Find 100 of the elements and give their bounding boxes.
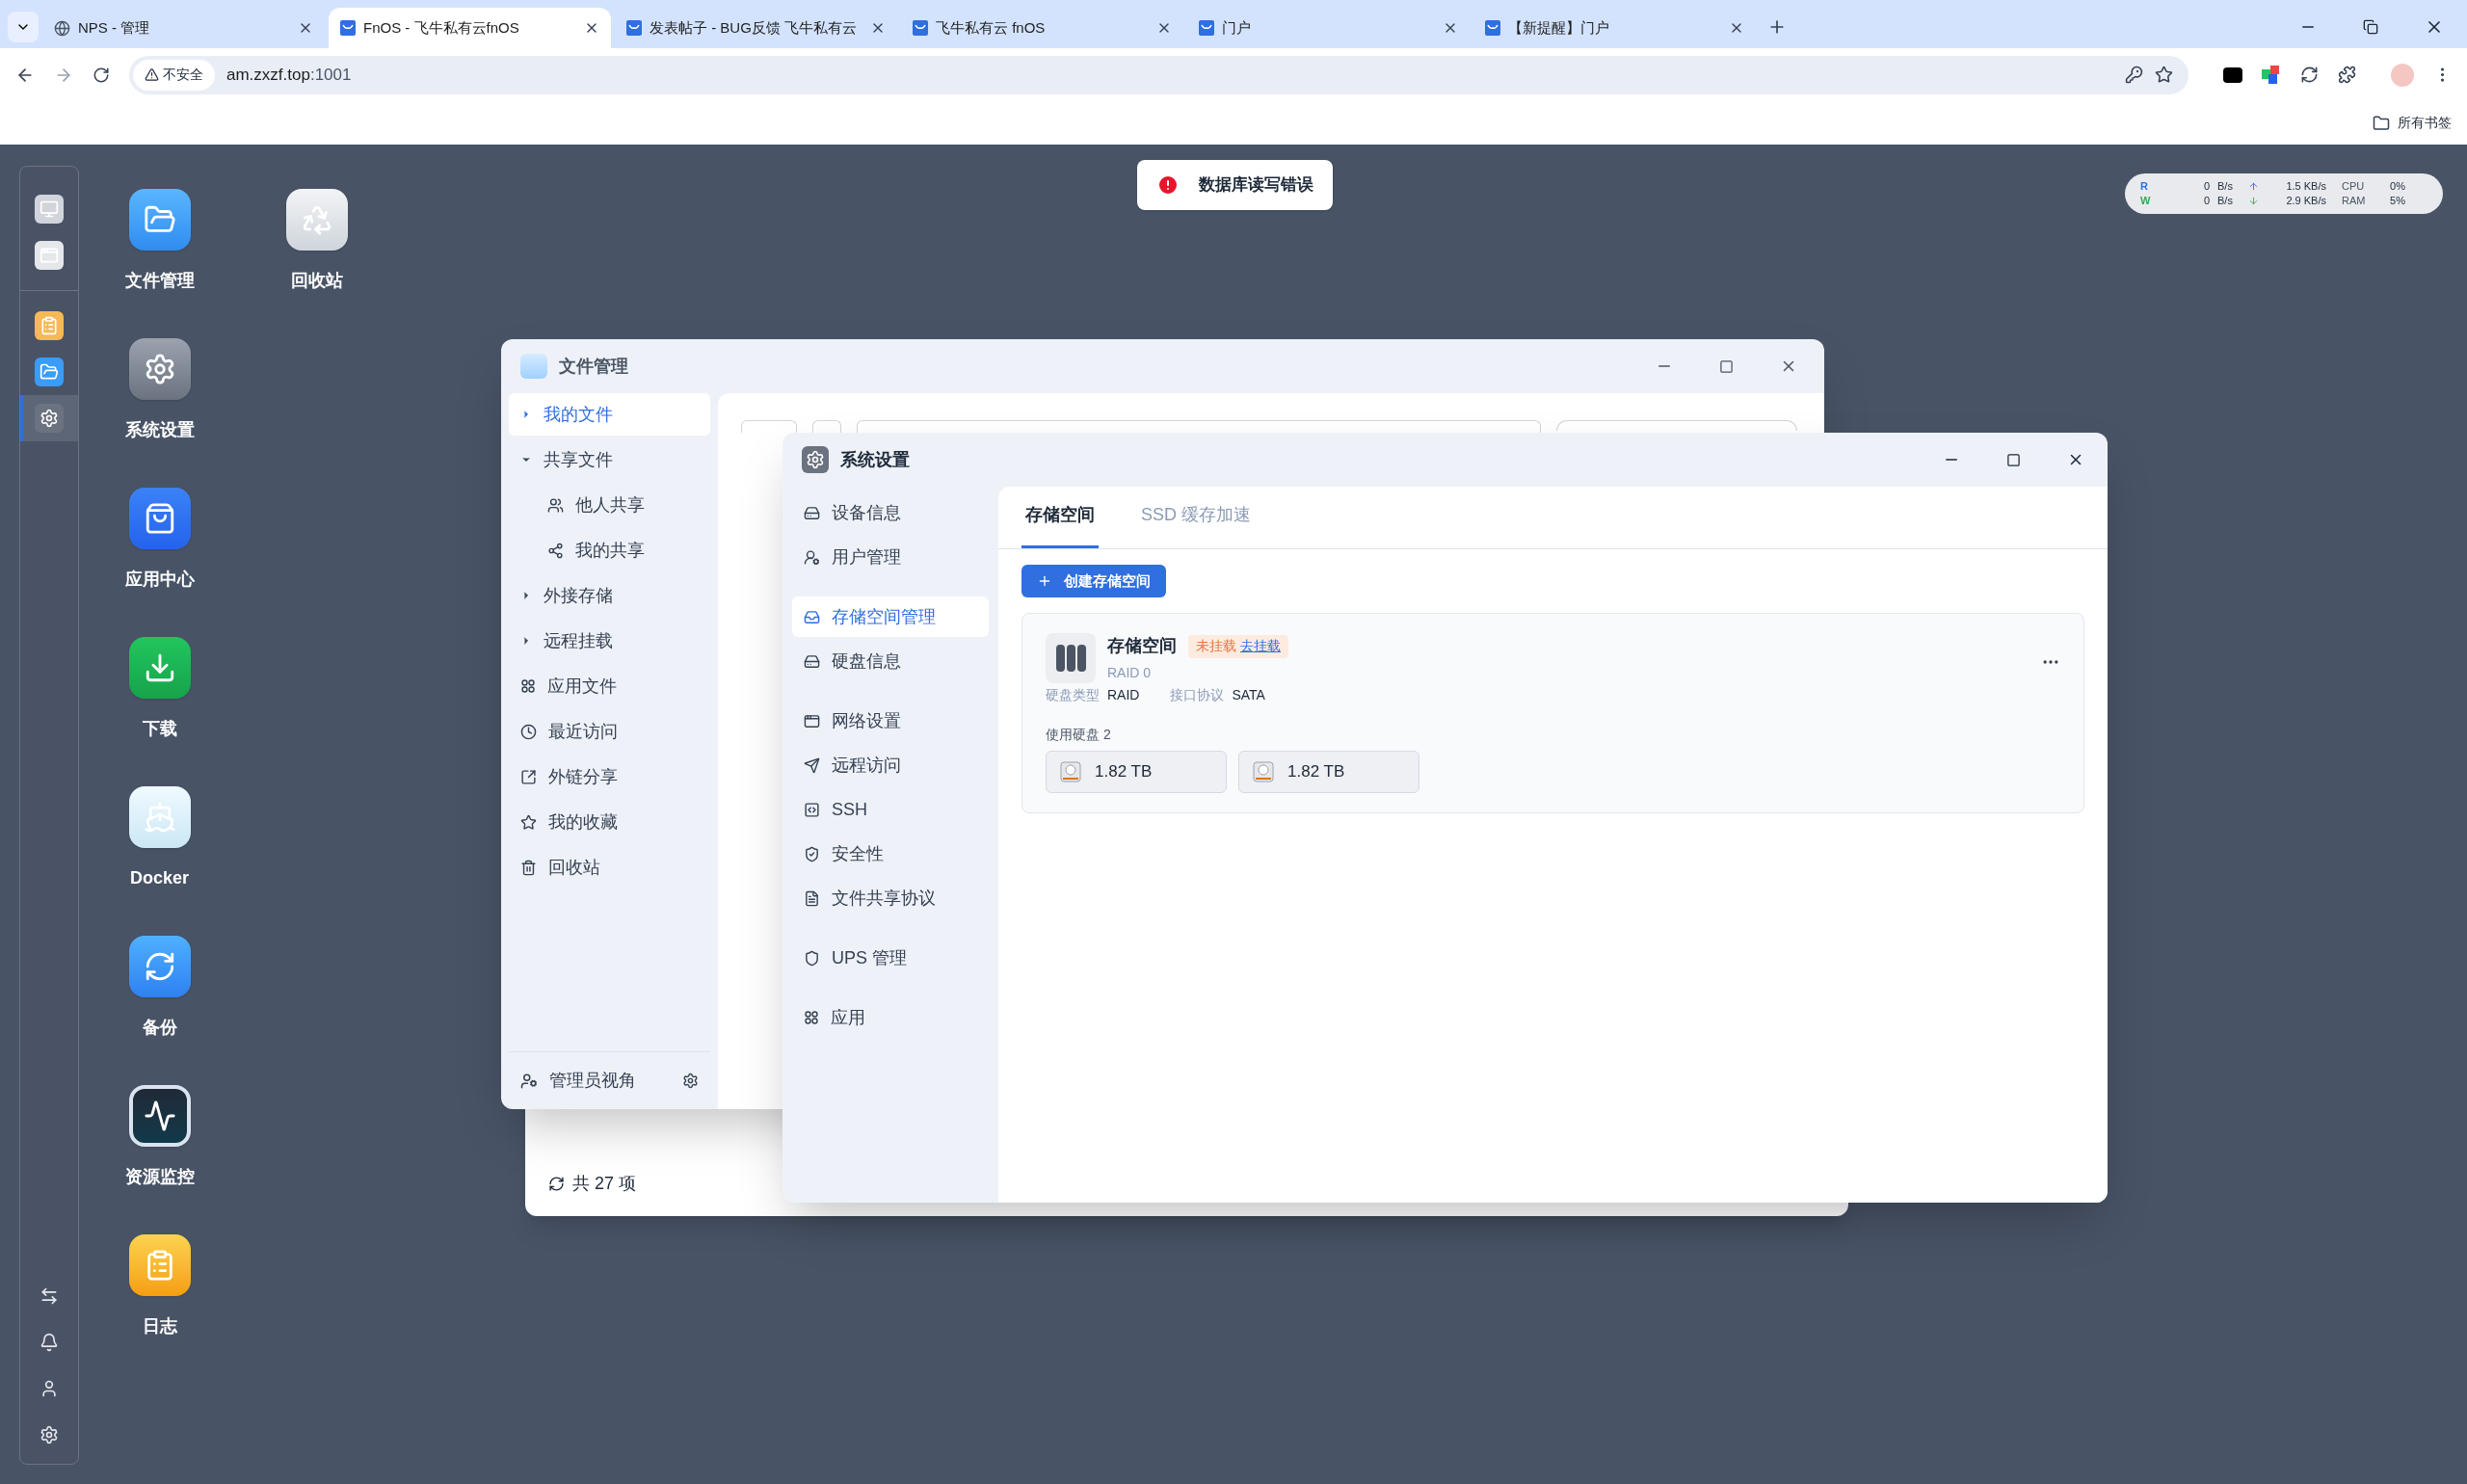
nav-item[interactable]: 我的收藏 [509,801,710,843]
pool-name: 存储空间 [1107,635,1177,657]
tab-title: 发表帖子 - BUG反馈 飞牛私有云 [650,17,858,38]
nav-item[interactable]: 应用文件 [509,665,710,707]
field-value: SATA [1232,686,1265,704]
window-title: 文件管理 [559,355,628,378]
nav-item[interactable]: 硬盘信息 [792,641,989,681]
browser-tab[interactable]: 门户 [1187,8,1470,48]
refresh-icon[interactable] [548,1176,565,1192]
nav-item[interactable]: 最近访问 [509,710,710,753]
settings-icon[interactable] [682,1073,699,1089]
tab[interactable]: 存储空间 [1021,502,1099,548]
extension-icon[interactable] [2223,66,2242,83]
nav-item[interactable]: 共享文件 [509,438,710,481]
security-label: 不安全 [163,66,203,84]
app-icon[interactable] [128,1234,191,1296]
nav-icon [804,845,820,862]
app-label[interactable]: 日志 [142,1313,177,1339]
app-icon[interactable] [128,1085,191,1147]
nav-icon [804,608,820,625]
network-rate: 1.5 KB/s [2285,179,2326,195]
nav-item[interactable]: 安全性 [792,834,989,874]
folder-app-icon [520,354,547,379]
nav-icon [520,723,537,740]
browser-tab[interactable]: 发表帖子 - BUG反馈 飞牛私有云 [615,8,897,48]
nav-item[interactable]: 外接存储 [509,574,710,617]
app-icon[interactable] [128,338,191,400]
admin-view-label[interactable]: 管理员视角 [549,1068,636,1094]
color-squares-icon[interactable] [2262,65,2281,85]
app-icon[interactable] [128,936,191,997]
system-stats-widget[interactable]: R 0 B/s 1.5 KB/s CPU 0% W 0 B/s 2.9 KB/s RAM 5% [2125,173,2443,214]
app-label[interactable]: 文件管理 [124,268,195,294]
nav-icon [804,949,820,967]
nav-item[interactable]: 远程挂载 [509,620,710,662]
nav-item[interactable]: 外链分享 [509,755,710,798]
network-rate: 2.9 KB/s [2285,194,2326,209]
mount-link[interactable]: 去挂载 [1240,636,1281,656]
nav-item[interactable]: 网络设置 [792,701,989,741]
plus-icon [1037,573,1052,589]
disk-chip[interactable]: 1.82 TB [1046,751,1227,793]
notification-icon[interactable] [40,1333,59,1352]
app-icon[interactable] [285,189,348,251]
url-text: am.zxzf.top:1001 [226,64,352,86]
disk-rate: 0 [2202,179,2210,195]
nav-item[interactable]: UPS 管理 [792,938,989,978]
admin-icon [520,1072,538,1090]
app-favicon-icon [626,20,642,36]
user-icon[interactable] [40,1379,59,1398]
nav-item[interactable]: 他人共享 [509,484,710,526]
app-label[interactable]: 资源监控 [124,1164,195,1190]
app-icon[interactable] [128,488,191,549]
key-icon[interactable] [2125,66,2143,84]
restore-icon[interactable] [2363,19,2378,35]
app-icon[interactable] [128,189,191,251]
tab-title: NPS - 管理 [78,17,151,38]
app-label[interactable]: 回收站 [290,268,343,294]
sync-icon[interactable] [2300,66,2319,84]
address-bar[interactable]: 不安全 am.zxzf.top:1001 [129,55,2188,94]
nav-item[interactable]: 回收站 [509,846,710,888]
stat-label: W [2140,194,2152,209]
app-label[interactable]: 系统设置 [124,417,195,443]
bookmarks-folder[interactable]: 所有书签 [2398,113,2452,133]
nav-item[interactable]: 设备信息 [792,492,989,533]
error-icon [1156,173,1180,197]
nav-icon [520,813,537,831]
nav-item[interactable]: SSH [792,789,989,830]
app-label[interactable]: 备份 [142,1015,177,1041]
app-label[interactable]: 应用中心 [124,567,195,593]
browser-tab[interactable]: 飞牛私有云 fnOS [901,8,1183,48]
app-icon[interactable] [128,637,191,699]
gear-app-icon [802,446,829,473]
raid-level: RAID 0 [1107,664,1153,682]
nav-item[interactable]: 我的共享 [509,529,710,571]
create-storage-button[interactable]: 创建存储空间 [1021,565,1166,597]
app-icon[interactable] [128,786,191,848]
maximize-icon[interactable] [2006,452,2021,467]
browser-tab[interactable]: FnOS - 飞牛私有云fnOS [329,8,611,48]
download-icon [2248,196,2259,206]
app-icon [40,246,59,265]
app-label[interactable]: Docker [130,865,189,891]
browser-tab[interactable]: NPS - 管理 [42,8,325,48]
nav-item[interactable]: 存储空间管理 [792,596,989,637]
nav-item[interactable]: 远程访问 [792,745,989,785]
disk-chip[interactable]: 1.82 TB [1238,751,1419,793]
bookmark-star-icon[interactable] [2155,66,2173,84]
dock-item[interactable] [20,395,78,441]
nav-item[interactable]: 我的文件 [509,393,710,436]
nav-item[interactable]: 应用 [792,997,989,1038]
browser-tab[interactable]: 【新提醒】门户 [1473,8,1756,48]
nav-item[interactable]: 用户管理 [792,537,989,577]
app-label[interactable]: 下载 [142,716,177,742]
field-value: RAID [1107,686,1140,704]
transfer-icon[interactable] [40,1286,59,1306]
extensions-icon[interactable] [2338,66,2356,84]
reload-icon[interactable] [93,66,110,84]
maximize-icon[interactable] [1719,358,1734,374]
security-chip[interactable]: 不安全 [133,59,215,91]
nav-icon [804,801,820,818]
nav-icon [547,496,564,514]
nav-item[interactable]: 文件共享协议 [792,878,989,918]
